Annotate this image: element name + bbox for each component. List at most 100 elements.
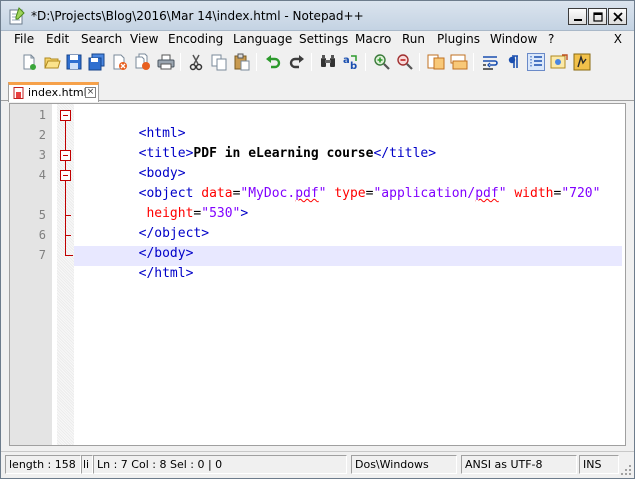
toolbar-separator xyxy=(311,53,312,71)
minimize-button[interactable] xyxy=(568,8,587,25)
toolbar-separator xyxy=(180,53,181,71)
copy-icon[interactable] xyxy=(210,53,228,71)
tag: </title> xyxy=(373,146,437,161)
fold-toggle-html[interactable] xyxy=(60,110,71,121)
menu-language[interactable]: Language xyxy=(233,32,292,46)
menu-edit[interactable]: Edit xyxy=(46,32,69,46)
fold-end xyxy=(65,235,71,236)
notepad-window: *D:\Projects\Blog\2016\Mar 14\index.html… xyxy=(0,0,635,479)
attribute: type xyxy=(334,186,366,201)
line-number: 7 xyxy=(38,248,46,262)
replace-icon[interactable]: ab xyxy=(342,53,360,71)
svg-text:b: b xyxy=(350,61,357,71)
cut-icon[interactable] xyxy=(187,53,205,71)
line-number: 2 xyxy=(38,128,46,142)
function-list-icon[interactable] xyxy=(573,53,591,71)
indent-guide-icon[interactable] xyxy=(527,53,545,71)
svg-text:a: a xyxy=(343,55,350,66)
line-number: 1 xyxy=(38,108,46,122)
find-icon[interactable] xyxy=(319,53,337,71)
code-line-7: </html> xyxy=(76,247,194,301)
status-encoding[interactable]: ANSI as UTF-8 xyxy=(461,455,577,474)
menu-search[interactable]: Search xyxy=(81,32,122,46)
menu-macro[interactable]: Macro xyxy=(355,32,391,46)
value-part: " xyxy=(318,186,327,201)
value-part: " xyxy=(498,186,507,201)
new-file-icon[interactable] xyxy=(20,53,38,71)
menu-encoding[interactable]: Encoding xyxy=(168,32,223,46)
line-number: 4 xyxy=(38,168,46,182)
menu-run[interactable]: Run xyxy=(402,32,425,46)
close-document-button[interactable]: X xyxy=(614,32,622,46)
redo-icon[interactable] xyxy=(288,53,306,71)
menu-file[interactable]: File xyxy=(14,32,34,46)
maximize-icon xyxy=(592,11,603,22)
open-file-icon[interactable] xyxy=(43,53,61,71)
menu-plugins[interactable]: Plugins xyxy=(437,32,480,46)
show-all-chars-icon[interactable] xyxy=(504,53,522,71)
tag: </html> xyxy=(138,266,194,281)
status-bar: length : 158 li Ln : 7 Col : 8 Sel : 0 |… xyxy=(1,451,634,478)
paste-icon[interactable] xyxy=(233,53,251,71)
status-insert-mode[interactable]: INS xyxy=(579,455,619,474)
print-icon[interactable] xyxy=(157,53,175,71)
attribute-value: "MyDoc.pdf" xyxy=(240,186,326,201)
close-icon xyxy=(612,11,623,22)
menu-help[interactable]: ? xyxy=(548,32,554,46)
close-file-icon[interactable] xyxy=(111,53,129,71)
status-length: length : 158 xyxy=(5,455,81,474)
save-icon[interactable] xyxy=(65,53,83,71)
tab-close-button[interactable]: × xyxy=(85,87,96,98)
spellcheck-word: pdf xyxy=(475,186,499,201)
fold-margin xyxy=(57,104,74,445)
fold-toggle-object[interactable] xyxy=(60,170,71,181)
close-window-button[interactable] xyxy=(608,8,627,25)
line-number: 3 xyxy=(38,148,46,162)
tag: > xyxy=(240,206,249,221)
menu-view[interactable]: View xyxy=(130,32,158,46)
document-tab-bar: index.html × xyxy=(1,79,634,102)
code-text-area[interactable]: <html> <title>PDF in eLearning course</t… xyxy=(74,104,625,445)
maximize-button[interactable] xyxy=(588,8,607,25)
line-number: 6 xyxy=(38,228,46,242)
spellcheck-word: pdf xyxy=(295,186,319,201)
menu-settings[interactable]: Settings xyxy=(299,32,348,46)
notepad-app-icon xyxy=(9,7,25,25)
resize-grip-icon[interactable] xyxy=(620,464,632,476)
window-title: *D:\Projects\Blog\2016\Mar 14\index.html… xyxy=(31,9,364,23)
menu-window[interactable]: Window xyxy=(490,32,537,46)
code-editor[interactable]: 1 2 3 4 5 6 7 <html> <title>PDF in eLear… xyxy=(9,103,626,446)
status-eol-format[interactable]: Dos\Windows xyxy=(351,455,457,474)
menu-bar: File Edit Search View Encoding Language … xyxy=(1,31,634,49)
toolbar-separator xyxy=(419,53,420,71)
minimize-icon xyxy=(573,18,582,21)
fold-end xyxy=(65,215,71,216)
fold-toggle-body[interactable] xyxy=(60,150,71,161)
sync-vertical-icon[interactable] xyxy=(427,53,445,71)
unsaved-file-icon xyxy=(13,87,24,99)
status-lines: li xyxy=(81,455,93,474)
toolbar: ab xyxy=(1,49,634,75)
fold-end xyxy=(65,255,73,256)
tab-label: index.html xyxy=(28,86,87,99)
title-bar[interactable]: *D:\Projects\Blog\2016\Mar 14\index.html… xyxy=(1,1,634,31)
attribute-value: "application/pdf" xyxy=(373,186,506,201)
save-all-icon[interactable] xyxy=(88,53,106,71)
value-part: "application/ xyxy=(373,186,476,201)
toolbar-separator xyxy=(256,53,257,71)
line-number: 5 xyxy=(38,208,46,222)
toolbar-separator xyxy=(365,53,366,71)
user-language-icon[interactable] xyxy=(550,53,568,71)
close-all-icon[interactable] xyxy=(134,53,152,71)
word-wrap-icon[interactable] xyxy=(481,53,499,71)
zoom-in-icon[interactable] xyxy=(373,53,391,71)
undo-icon[interactable] xyxy=(264,53,282,71)
zoom-out-icon[interactable] xyxy=(396,53,414,71)
text-content: PDF in eLearning course xyxy=(193,146,374,161)
line-number-gutter: 1 2 3 4 5 6 7 xyxy=(10,104,52,445)
toolbar-separator xyxy=(473,53,474,71)
value-part: "MyDoc. xyxy=(240,186,296,201)
tab-index-html[interactable]: index.html × xyxy=(8,82,99,102)
attribute-value: "720" xyxy=(561,186,601,201)
sync-horizontal-icon[interactable] xyxy=(450,53,468,71)
